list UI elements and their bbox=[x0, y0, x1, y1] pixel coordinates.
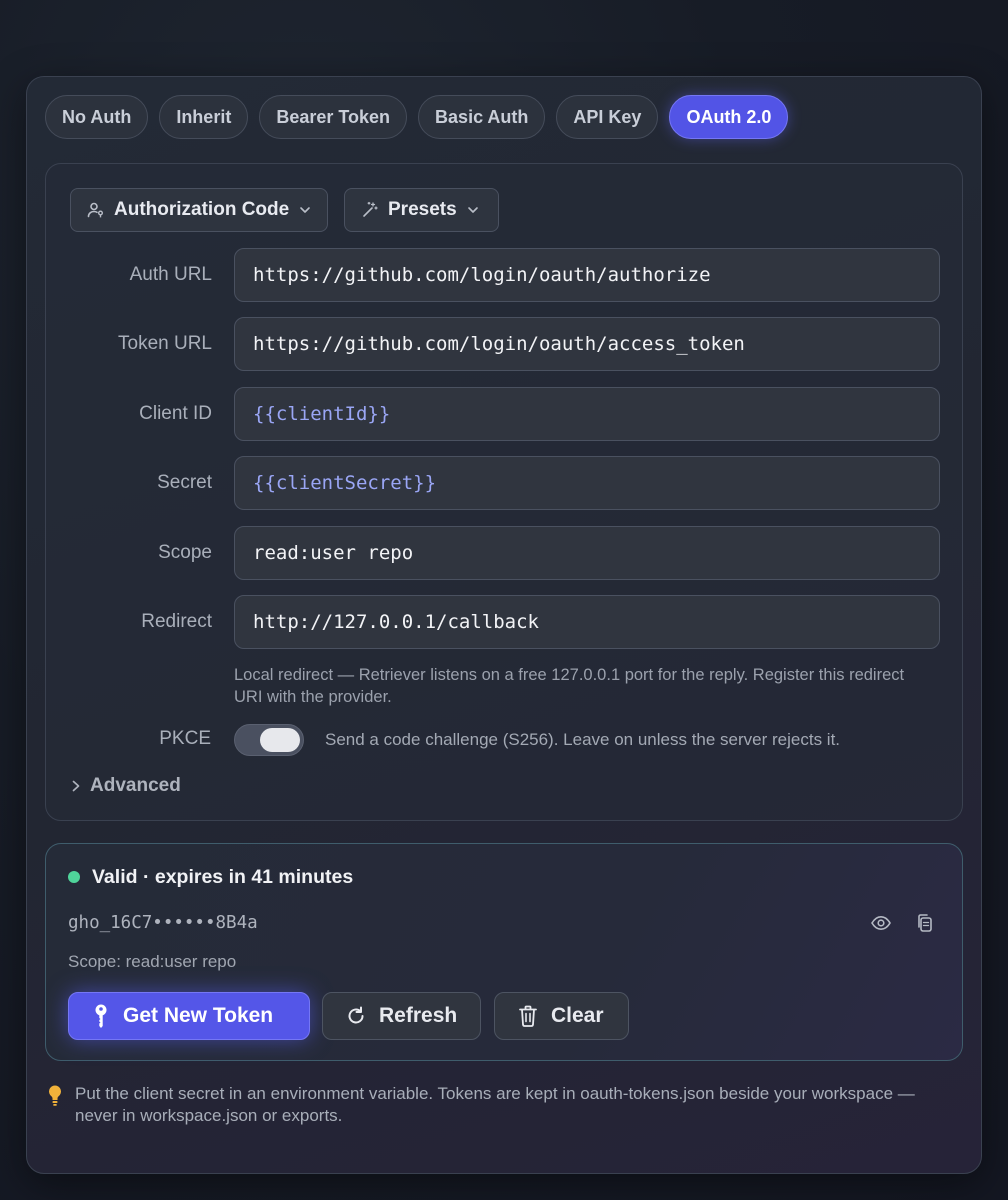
chevron-right-icon bbox=[72, 780, 80, 792]
redirect-row: Redirect http://127.0.0.1/callback bbox=[46, 595, 964, 649]
auth-url-row: Auth URL https://github.com/login/oauth/… bbox=[46, 248, 964, 302]
tab-api-key[interactable]: API Key bbox=[556, 95, 659, 139]
magic-wand-icon bbox=[363, 201, 378, 217]
key-icon bbox=[95, 1004, 107, 1028]
secret-label: Secret bbox=[157, 472, 212, 493]
secret-storage-tip: Put the client secret in an environment … bbox=[47, 1083, 947, 1127]
redirect-label: Redirect bbox=[141, 611, 212, 632]
tab-oauth2[interactable]: OAuth 2.0 bbox=[669, 95, 789, 139]
client-id-input[interactable]: {{clientId}} bbox=[234, 387, 940, 441]
scope-input[interactable]: read:user repo bbox=[234, 526, 940, 580]
token-scope: Scope: read:user repo bbox=[68, 952, 237, 971]
token-url-label: Token URL bbox=[118, 333, 212, 354]
footnote-text: Put the client secret in an environment … bbox=[75, 1084, 915, 1125]
grant-type-dropdown[interactable]: Authorization Code bbox=[70, 188, 328, 232]
oauth-config-card: Authorization Code Presets Auth URL http… bbox=[45, 163, 963, 821]
toggle-knob bbox=[260, 728, 300, 752]
auth-url-input[interactable]: https://github.com/login/oauth/authorize bbox=[234, 248, 940, 302]
advanced-label: Advanced bbox=[90, 775, 181, 796]
scope-label: Scope bbox=[158, 542, 212, 563]
token-status: Valid · expires in 41 minutes bbox=[68, 862, 353, 892]
chevron-down-icon bbox=[300, 207, 311, 213]
get-new-token-button[interactable]: Get New Token bbox=[68, 992, 310, 1040]
clear-label: Clear bbox=[551, 1004, 604, 1027]
clear-button[interactable]: Clear bbox=[494, 992, 629, 1040]
auth-url-label: Auth URL bbox=[129, 264, 212, 285]
eye-icon bbox=[871, 915, 891, 931]
presets-dropdown[interactable]: Presets bbox=[344, 188, 499, 232]
copy-token-button[interactable] bbox=[910, 908, 940, 938]
secret-input[interactable]: {{clientSecret}} bbox=[234, 456, 940, 510]
reveal-token-button[interactable] bbox=[866, 908, 896, 938]
grant-type-label: Authorization Code bbox=[114, 199, 290, 220]
client-id-label: Client ID bbox=[139, 403, 212, 424]
pkce-description: Send a code challenge (S256). Leave on u… bbox=[325, 730, 841, 749]
token-value: gho_16C7••••••8B4a bbox=[68, 913, 258, 933]
status-dot bbox=[68, 871, 80, 883]
advanced-toggle[interactable]: Advanced bbox=[70, 770, 181, 802]
token-status-text: Valid · expires in 41 minutes bbox=[92, 865, 354, 888]
tab-bearer-token[interactable]: Bearer Token bbox=[259, 95, 408, 139]
pkce-toggle[interactable] bbox=[234, 724, 304, 756]
trash-icon bbox=[519, 1005, 537, 1027]
get-new-token-label: Get New Token bbox=[123, 1004, 274, 1027]
lightbulb-icon bbox=[48, 1085, 62, 1106]
secret-row: Secret {{clientSecret}} bbox=[46, 456, 964, 510]
client-id-row: Client ID {{clientId}} bbox=[46, 387, 964, 441]
redirect-input[interactable]: http://127.0.0.1/callback bbox=[234, 595, 940, 649]
tab-basic-auth[interactable]: Basic Auth bbox=[418, 95, 546, 139]
refresh-icon bbox=[348, 1006, 364, 1024]
refresh-button[interactable]: Refresh bbox=[322, 992, 481, 1040]
tab-inherit[interactable]: Inherit bbox=[159, 95, 249, 139]
token-url-row: Token URL https://github.com/login/oauth… bbox=[46, 317, 964, 371]
auth-panel: No Auth Inherit Bearer Token Basic Auth … bbox=[26, 76, 982, 1174]
chevron-down-icon bbox=[467, 207, 478, 213]
copy-icon bbox=[918, 914, 932, 932]
refresh-label: Refresh bbox=[379, 1004, 458, 1027]
auth-type-tabs: No Auth Inherit Bearer Token Basic Auth … bbox=[45, 95, 789, 139]
scope-row: Scope read:user repo bbox=[46, 526, 964, 580]
pkce-label: PKCE bbox=[159, 728, 211, 749]
presets-label: Presets bbox=[388, 199, 457, 220]
token-status-card: Valid · expires in 41 minutes gho_16C7••… bbox=[45, 843, 963, 1061]
token-url-input[interactable]: https://github.com/login/oauth/access_to… bbox=[234, 317, 940, 371]
tab-no-auth[interactable]: No Auth bbox=[45, 95, 149, 139]
user-key-icon bbox=[87, 202, 103, 218]
redirect-hint: Local redirect — Retriever listens on a … bbox=[234, 666, 905, 706]
